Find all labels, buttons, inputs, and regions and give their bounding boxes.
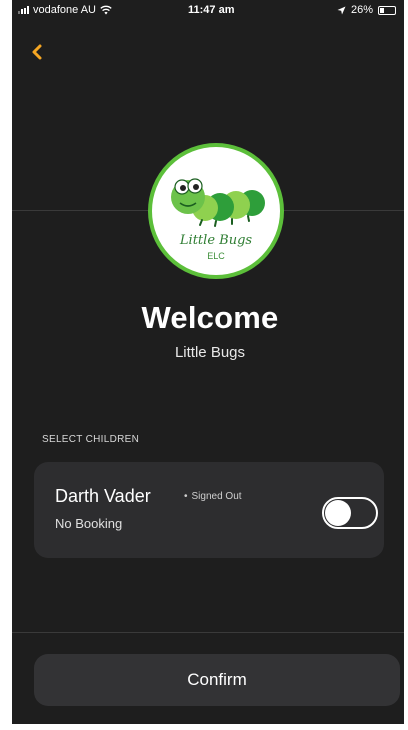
screen-edge xyxy=(404,0,408,730)
child-status-badge: Signed Out xyxy=(184,491,242,502)
battery-icon xyxy=(378,5,396,15)
confirm-label: Confirm xyxy=(187,670,247,689)
app-screen: vodafone AU 11:47 am 26% Little Bugs ELC… xyxy=(12,0,408,730)
carrier-label: vodafone AU xyxy=(33,4,96,16)
confirm-button[interactable]: Confirm xyxy=(34,654,400,706)
battery-percent: 26% xyxy=(350,4,373,16)
status-time: 11:47 am xyxy=(188,4,235,16)
location-arrow-icon xyxy=(337,6,346,14)
logo-subtitle: ELC xyxy=(207,251,225,261)
centre-logo: Little Bugs ELC xyxy=(148,143,284,279)
welcome-title: Welcome xyxy=(141,300,279,335)
child-select-toggle[interactable] xyxy=(322,497,378,529)
status-bar-right: 26% xyxy=(337,4,396,16)
child-name: Darth Vader xyxy=(55,486,151,506)
toggle-knob xyxy=(325,500,351,526)
centre-name: Little Bugs xyxy=(174,344,246,361)
screen-edge-bottom xyxy=(12,724,408,730)
child-booking-status: No Booking xyxy=(55,516,123,531)
footer-divider xyxy=(12,632,408,633)
logo-title: Little Bugs xyxy=(179,233,253,248)
signal-icon xyxy=(18,6,29,14)
status-bar-left: vodafone AU xyxy=(18,4,112,16)
chevron-left-icon xyxy=(32,44,42,60)
child-card[interactable]: Darth Vader Signed Out No Booking xyxy=(34,462,384,558)
battery-fill xyxy=(380,7,384,13)
status-bar: vodafone AU 11:47 am 26% xyxy=(12,0,408,22)
back-button[interactable] xyxy=(26,40,50,64)
wifi-icon xyxy=(100,5,112,15)
select-children-label: SELECT CHILDREN xyxy=(42,434,140,445)
